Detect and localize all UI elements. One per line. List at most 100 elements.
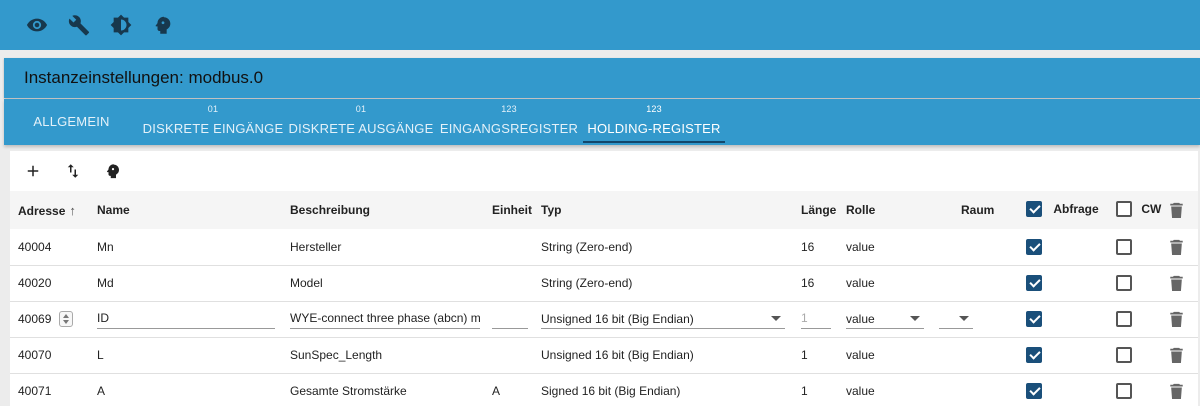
cell-length[interactable]: 1 <box>793 373 838 406</box>
role-select[interactable]: value <box>846 309 924 329</box>
tab-eingangsregister[interactable]: 123 EINGANGSREGISTER <box>435 99 583 145</box>
binary-icon: 01 <box>355 104 367 114</box>
cell-role[interactable]: value <box>838 265 931 301</box>
expert-head-icon[interactable] <box>102 160 124 182</box>
cell-cw <box>1108 301 1162 337</box>
table-row-editing[interactable]: 40069 ID WYE-connect three phase (abcn) … <box>10 301 1198 337</box>
tab-diskrete-eingaenge[interactable]: 01 DISKRETE EINGÄNGE <box>139 99 287 145</box>
add-icon[interactable] <box>22 160 44 182</box>
chevron-down-icon <box>771 316 781 321</box>
delete-icon[interactable] <box>1170 275 1183 291</box>
import-export-icon[interactable] <box>62 160 84 182</box>
cell-poll <box>1018 337 1108 373</box>
poll-checkbox[interactable] <box>1026 275 1042 291</box>
cell-address[interactable]: 40020 <box>10 265 89 301</box>
cell-description[interactable]: Hersteller <box>282 229 484 265</box>
cell-type[interactable]: Signed 16 bit (Big Endian) <box>533 373 793 406</box>
cell-name[interactable]: Mn <box>89 229 282 265</box>
header-length: Länge <box>801 203 837 217</box>
numeric-icon: 123 <box>646 104 662 114</box>
poll-checkbox[interactable] <box>1026 311 1042 327</box>
cell-unit[interactable] <box>484 229 533 265</box>
sort-ascending-icon[interactable]: ↑ <box>69 203 76 218</box>
description-input[interactable]: WYE-connect three phase (abcn) mete <box>290 309 480 329</box>
tab-allgemein[interactable]: ALLGEMEIN <box>4 99 139 145</box>
poll-all-checkbox[interactable] <box>1026 201 1042 217</box>
poll-checkbox[interactable] <box>1026 383 1042 399</box>
numeric-icon: 123 <box>501 104 517 114</box>
type-select[interactable]: Unsigned 16 bit (Big Endian) <box>541 309 785 329</box>
table-row[interactable]: 40020 Md Model String (Zero-end) 16 valu… <box>10 265 1198 301</box>
delete-all-icon[interactable] <box>1170 202 1183 218</box>
cell-address[interactable]: 40070 <box>10 337 89 373</box>
cell-address[interactable]: 40071 <box>10 373 89 406</box>
address-stepper[interactable] <box>59 311 74 327</box>
address-input[interactable]: 40069 <box>18 312 51 326</box>
cell-name[interactable]: A <box>89 373 282 406</box>
cell-name[interactable]: L <box>89 337 282 373</box>
cell-cw <box>1108 229 1162 265</box>
table-row[interactable]: 40071 A Gesamte Stromstärke A Signed 16 … <box>10 373 1198 406</box>
poll-checkbox[interactable] <box>1026 347 1042 363</box>
table-row[interactable]: 40004 Mn Hersteller String (Zero-end) 16… <box>10 229 1198 265</box>
cell-unit[interactable]: A <box>484 373 533 406</box>
page-title: Instanzeinstellungen: modbus.0 <box>4 58 1200 98</box>
header-description: Beschreibung <box>290 203 371 217</box>
cell-address[interactable]: 40004 <box>10 229 89 265</box>
cell-room[interactable] <box>931 229 1018 265</box>
length-input[interactable]: 1 <box>801 309 831 329</box>
header-role: Rolle <box>846 203 876 217</box>
cell-role[interactable]: value <box>838 373 931 406</box>
tab-diskrete-ausgaenge[interactable]: 01 DISKRETE AUSGÄNGE <box>287 99 435 145</box>
eye-icon[interactable] <box>26 14 48 36</box>
cell-description[interactable]: SunSpec_Length <box>282 337 484 373</box>
cell-poll <box>1018 265 1108 301</box>
cw-checkbox[interactable] <box>1116 347 1132 363</box>
expert-head-icon[interactable] <box>152 14 174 36</box>
brightness-icon[interactable] <box>110 14 132 36</box>
cell-length: 1 <box>793 301 838 337</box>
header-name: Name <box>97 203 130 217</box>
cell-room[interactable] <box>931 337 1018 373</box>
unit-input[interactable] <box>492 309 528 329</box>
header-type: Typ <box>541 203 562 217</box>
cw-checkbox[interactable] <box>1116 383 1132 399</box>
cell-type[interactable]: String (Zero-end) <box>533 229 793 265</box>
room-select[interactable] <box>939 309 973 329</box>
cw-checkbox[interactable] <box>1116 238 1132 255</box>
table-row[interactable]: 40070 L SunSpec_Length Unsigned 16 bit (… <box>10 337 1198 373</box>
cell-room[interactable] <box>931 373 1018 406</box>
cw-checkbox[interactable] <box>1116 275 1132 291</box>
wrench-icon[interactable] <box>68 14 90 36</box>
delete-icon[interactable] <box>1170 311 1183 327</box>
cell-length[interactable]: 1 <box>793 337 838 373</box>
cell-role[interactable]: value <box>838 337 931 373</box>
cell-type[interactable]: String (Zero-end) <box>533 265 793 301</box>
delete-icon[interactable] <box>1170 383 1183 399</box>
tab-holding-register[interactable]: 123 HOLDING-REGISTER <box>583 99 725 145</box>
cell-type[interactable]: Unsigned 16 bit (Big Endian) <box>533 337 793 373</box>
cell-description: WYE-connect three phase (abcn) mete <box>282 301 484 337</box>
poll-checkbox[interactable] <box>1026 238 1042 255</box>
cell-length[interactable]: 16 <box>793 265 838 301</box>
cell-description[interactable]: Model <box>282 265 484 301</box>
delete-icon[interactable] <box>1170 239 1183 255</box>
header-address[interactable]: Adresse ↑ <box>10 191 89 229</box>
cell-unit[interactable] <box>484 265 533 301</box>
cell-role[interactable]: value <box>838 229 931 265</box>
cw-checkbox[interactable] <box>1116 311 1132 327</box>
delete-icon[interactable] <box>1170 347 1183 363</box>
cell-description[interactable]: Gesamte Stromstärke <box>282 373 484 406</box>
cw-all-checkbox[interactable] <box>1116 201 1132 217</box>
name-input[interactable]: ID <box>97 309 275 329</box>
cell-room[interactable] <box>931 265 1018 301</box>
table-toolbar <box>10 151 1198 191</box>
cell-unit[interactable] <box>484 337 533 373</box>
cell-length[interactable]: 16 <box>793 229 838 265</box>
chevron-down-icon <box>910 316 920 321</box>
cell-name[interactable]: Md <box>89 265 282 301</box>
chevron-down-icon <box>959 316 969 321</box>
cell-delete <box>1162 337 1198 373</box>
tab-label: HOLDING-REGISTER <box>587 121 721 136</box>
cell-delete <box>1162 229 1198 265</box>
